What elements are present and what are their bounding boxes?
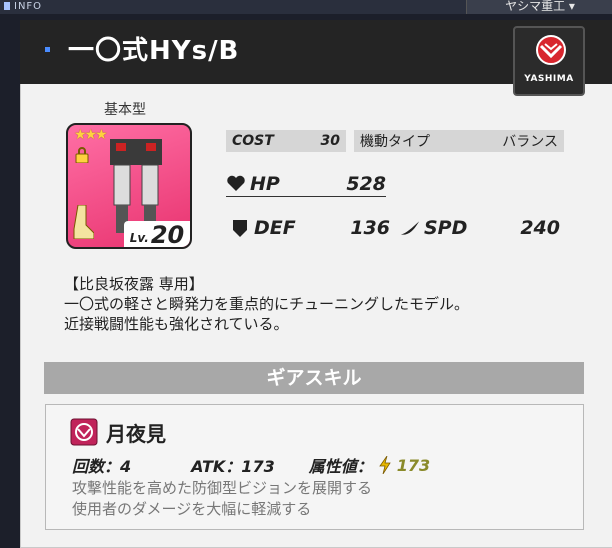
maker-name: YASHIMA <box>524 74 574 84</box>
info-label: INFO <box>14 0 43 12</box>
skill-description-line: 使用者のダメージを大幅に軽減する <box>72 500 312 518</box>
shield-icon <box>233 220 247 237</box>
attr-label: 属性値： <box>308 457 373 476</box>
wing-icon <box>400 221 420 235</box>
description-line: 【比良坂夜露 専用】 <box>64 275 204 293</box>
def-value: 136 <box>350 217 390 239</box>
mobility-strip: 機動タイプ バランス <box>354 130 564 152</box>
spd-label: SPD <box>424 217 468 239</box>
mobility-value: バランス <box>502 134 558 150</box>
unit-name: 一〇式HYs/B <box>68 36 240 66</box>
yashima-logo-icon <box>536 35 566 65</box>
skill-atk: ATK：173 <box>191 457 275 476</box>
unit-card[interactable]: ★★★ Lv. 20 <box>66 123 192 249</box>
gear-skill-header: ギアスキル <box>44 362 584 394</box>
cost-value: 30 <box>320 133 340 149</box>
skill-count: 回数：4 <box>72 457 132 476</box>
def-label: DEF <box>254 217 296 239</box>
maker-dropdown[interactable]: ヤシマ重工 ▾ <box>466 0 612 14</box>
info-marker-icon <box>4 2 10 10</box>
unit-type-label: 基本型 <box>104 102 146 118</box>
skill-name: 月夜見 <box>106 422 166 446</box>
cost-strip: COST 30 <box>226 130 346 152</box>
cost-label: COST <box>232 133 274 149</box>
spd-value: 240 <box>520 217 560 239</box>
level-box: Lv. 20 <box>124 221 190 247</box>
skill-stats: 回数：4 ATK：173 属性値： 173 <box>72 453 430 477</box>
hp-row: HP 528 <box>226 172 386 197</box>
lightning-icon <box>378 456 391 474</box>
leg-part-icon <box>73 205 94 239</box>
unit-description: 【比良坂夜露 専用】 一〇式の軽さと瞬発力を重点的にチューニングしたモデル。 近… <box>64 274 584 334</box>
skill-description-line: 攻撃性能を高めた防御型ビジョンを展開する <box>72 479 373 497</box>
hp-label: HP <box>250 173 280 195</box>
maker-badge: YASHIMA <box>513 26 585 96</box>
description-line: 近接戦闘性能も強化されている。 <box>64 315 289 333</box>
attr-value: 173 <box>396 455 431 475</box>
level-label: Lv. <box>129 231 149 245</box>
title-bullet-icon <box>45 47 50 52</box>
lock-icon <box>75 147 89 163</box>
heart-icon <box>227 175 245 191</box>
description-line: 一〇式の軽さと瞬発力を重点的にチューニングしたモデル。 <box>64 295 470 313</box>
skill-emblem-icon <box>70 418 98 446</box>
spd-row: SPD 240 <box>400 216 560 240</box>
skill-description: 攻撃性能を高めた防御型ビジョンを展開する 使用者のダメージを大幅に軽減する <box>72 478 372 520</box>
info-tag: INFO <box>0 0 42 12</box>
level-value: 20 <box>150 221 185 249</box>
mobility-label: 機動タイプ <box>360 134 430 150</box>
def-row: DEF 136 <box>230 216 390 240</box>
hp-value: 528 <box>346 173 386 195</box>
